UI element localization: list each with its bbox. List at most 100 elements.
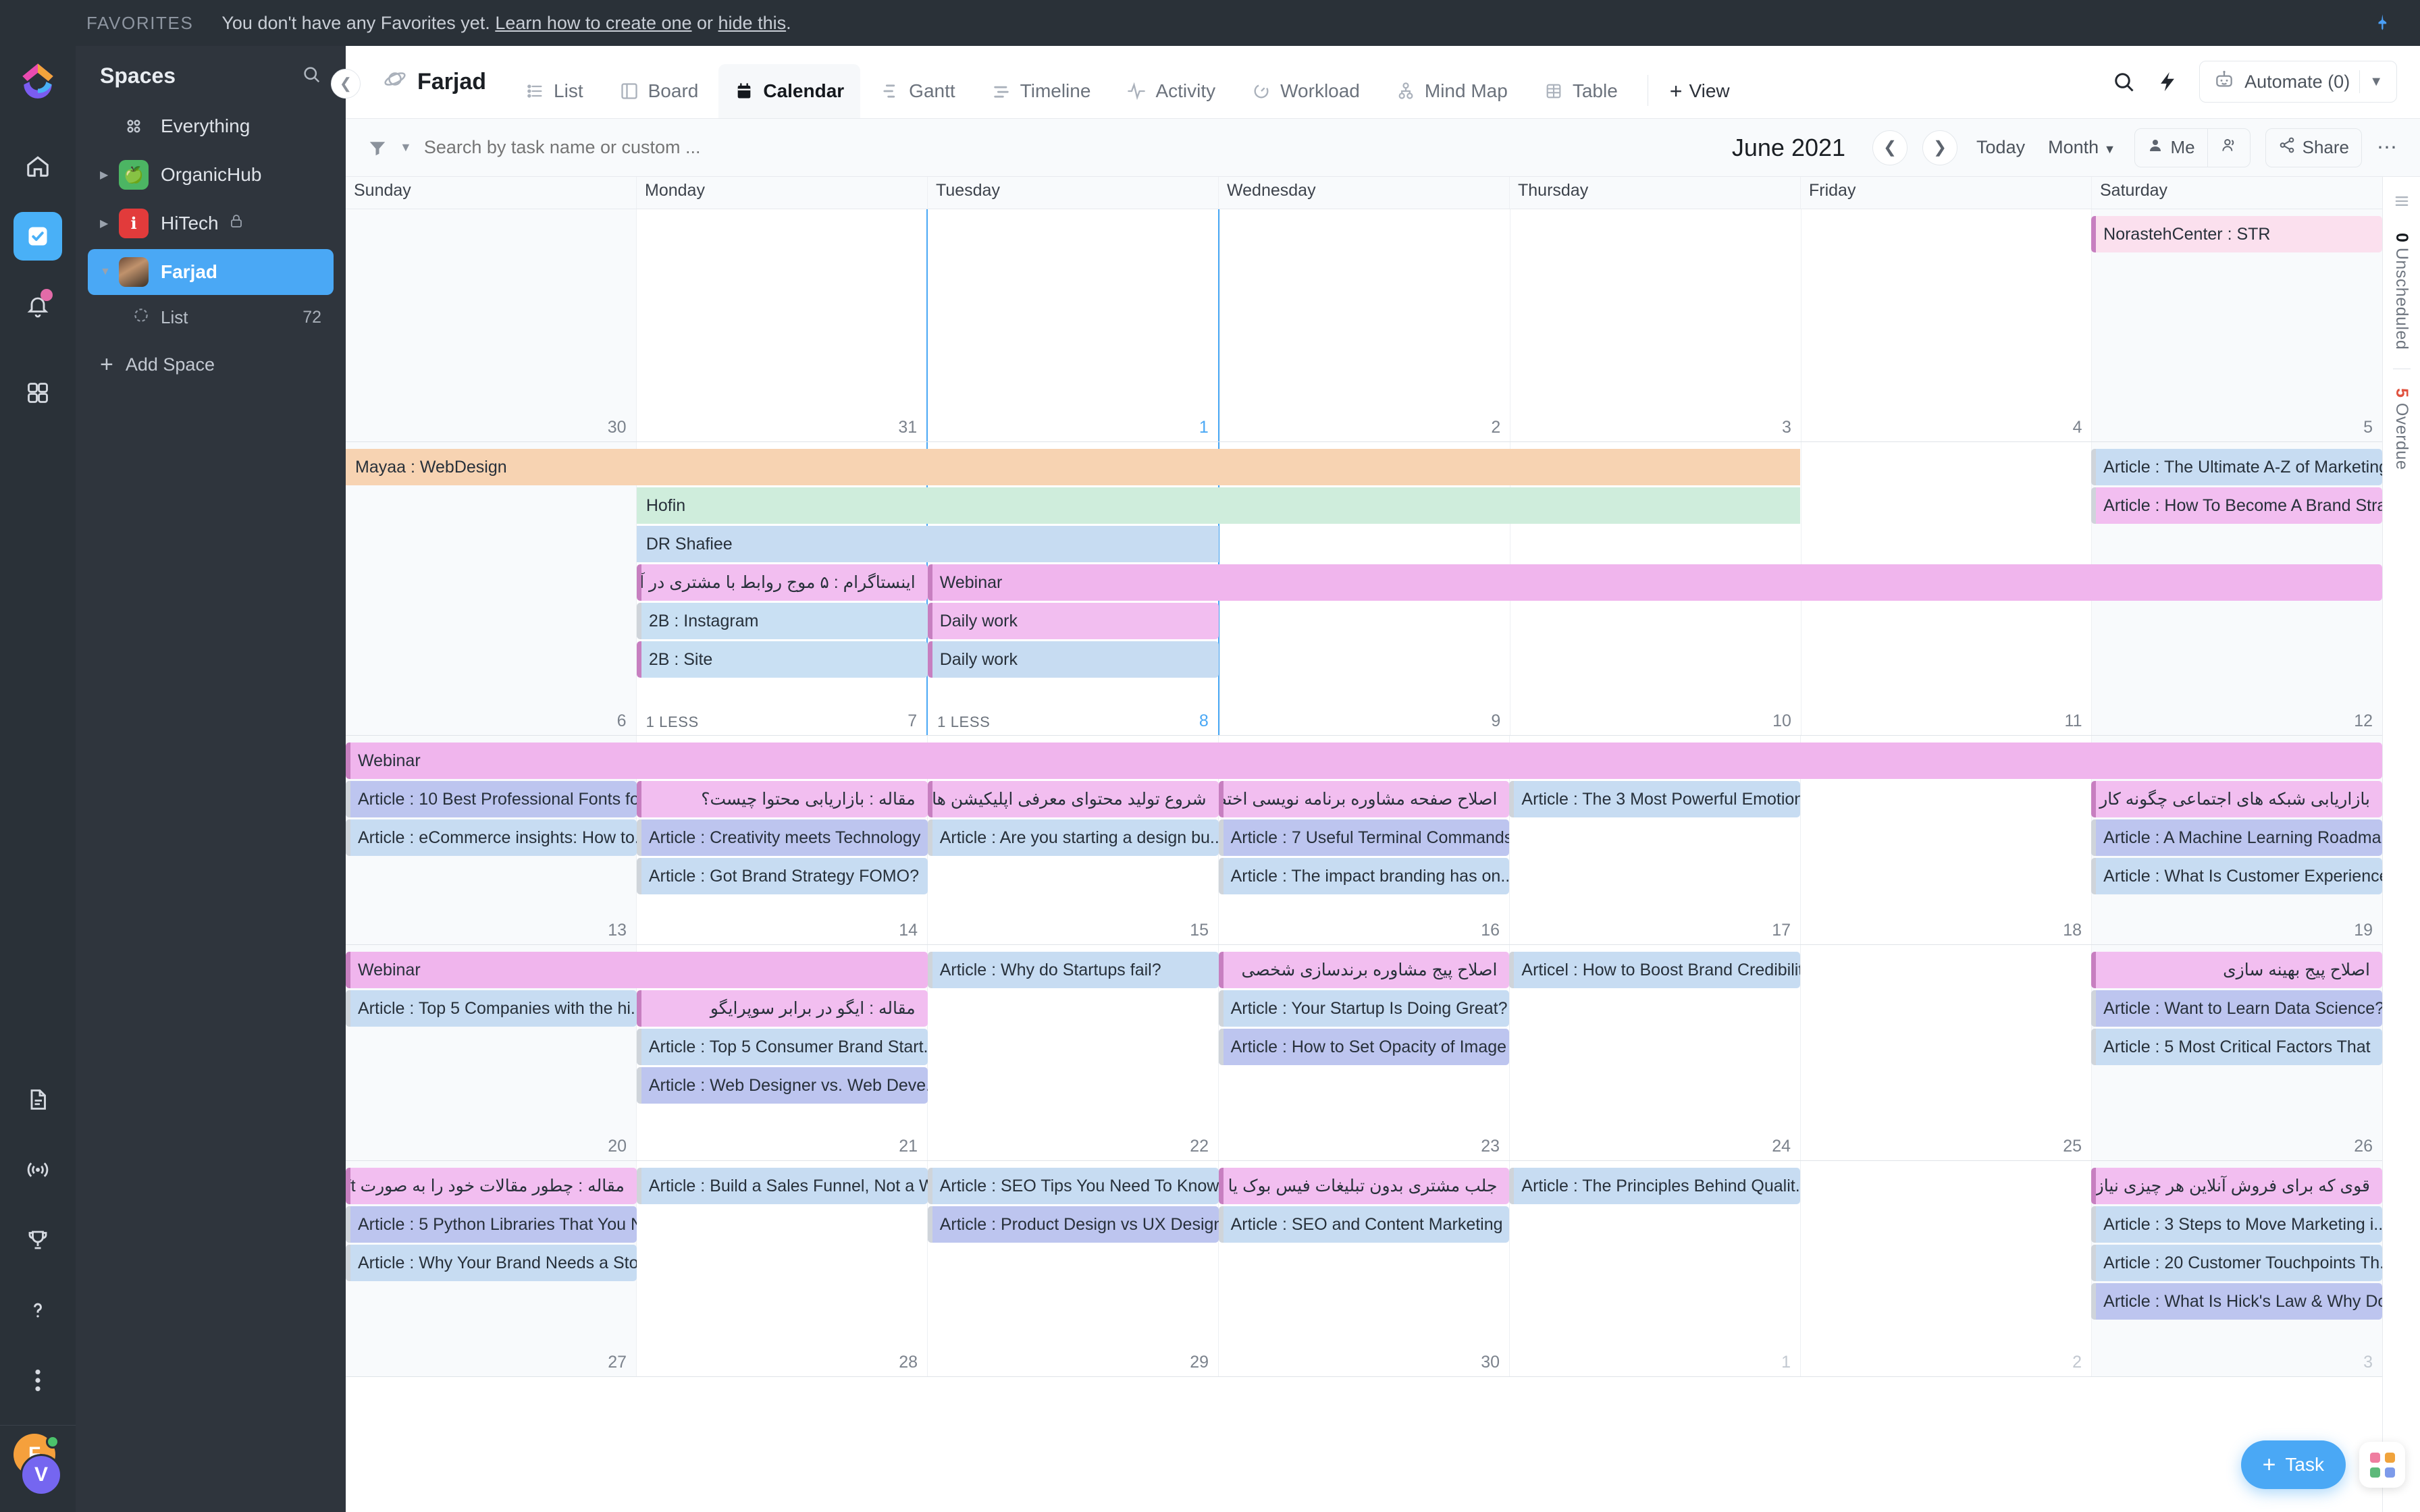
tab-timeline[interactable]: Timeline [976, 64, 1107, 118]
trophy-icon[interactable] [14, 1216, 62, 1264]
calendar-event[interactable]: مقاله : چطور مقالات خود را به صورت nftکن… [346, 1168, 637, 1204]
tab-calendar[interactable]: Calendar [718, 64, 861, 118]
calendar-event[interactable]: Daily work [927, 603, 1219, 639]
calendar-event[interactable]: Article : eCommerce insights: How to... [346, 819, 637, 856]
calendar-day-cell[interactable]: 30 [346, 209, 636, 441]
calendar-event[interactable]: اصلاح پیج بهینه سازی [2091, 952, 2382, 988]
calendar-event[interactable]: Article : 7 Useful Terminal Commands [1218, 819, 1510, 856]
calendar-event[interactable]: 2B : Site [636, 641, 928, 678]
prev-month-button[interactable]: ❮ [1872, 130, 1908, 165]
today-button[interactable]: Today [1972, 137, 2029, 158]
calendar-event[interactable]: Article : 3 Steps to Move Marketing i... [2091, 1206, 2382, 1243]
tab-activity[interactable]: Activity [1111, 64, 1232, 118]
calendar-event[interactable]: Daily work [927, 641, 1219, 678]
unscheduled-counter[interactable]: 0 Unscheduled [2392, 233, 2411, 350]
calendar-event[interactable]: اصلاح صفحه مشاوره برنامه نویسی اختصاصی [1218, 781, 1510, 817]
calendar-event[interactable]: Article : Web Designer vs. Web Deve... [636, 1067, 928, 1104]
overdue-counter[interactable]: 5 Overdue [2392, 388, 2411, 470]
calendar-event[interactable]: Article : 20 Customer Touchpoints Th... [2091, 1245, 2382, 1281]
calendar-event[interactable]: Article : Creativity meets Technology [636, 819, 928, 856]
chevron-down-icon[interactable]: ▼ [100, 266, 119, 278]
user-avatars[interactable]: F V [7, 1434, 69, 1496]
collapse-sidebar-button[interactable]: ❮ [331, 69, 361, 99]
new-task-button[interactable]: + Task [2240, 1440, 2346, 1489]
calendar-event[interactable]: Article : Why do Startups fail? [927, 952, 1219, 988]
sidebar-item-list[interactable]: List 72 [88, 298, 334, 337]
calendar-event[interactable]: Article : Got Brand Strategy FOMO? [636, 858, 928, 894]
calendar-event[interactable]: Article : The Ultimate A-Z of Marketing [2091, 449, 2382, 485]
next-month-button[interactable]: ❯ [1922, 130, 1958, 165]
filter-icon[interactable] [367, 138, 388, 158]
calendar-event[interactable]: اصلاح پیج مشاوره برندسازی شخصی [1218, 952, 1510, 988]
sidebar-item-everything[interactable]: Everything [88, 103, 334, 149]
calendar-event[interactable]: جلب مشتری بدون تبلیغات فیس بوک یا اینستا… [1218, 1168, 1510, 1204]
calendar-day-cell[interactable]: 4 [1800, 209, 2092, 441]
calendar-event[interactable]: Article : Are you starting a design bu..… [927, 819, 1219, 856]
help-icon[interactable] [14, 1286, 62, 1334]
calendar-event[interactable]: Mayaa : WebDesign [346, 449, 1801, 485]
calendar-day-cell[interactable]: 2 [1800, 1161, 2091, 1376]
add-view-button[interactable]: + View [1662, 64, 1738, 118]
apps-launcher-button[interactable] [2359, 1442, 2405, 1488]
sidebar-toggle-icon[interactable] [2392, 192, 2411, 214]
search-input[interactable] [423, 137, 775, 158]
calendar-event[interactable]: Article : The impact branding has on... [1218, 858, 1510, 894]
hide-this-link[interactable]: hide this [718, 13, 787, 33]
chevron-down-icon[interactable]: ▼ [2369, 74, 2383, 90]
calendar-event[interactable]: Article : Build a Sales Funnel, Not a W.… [636, 1168, 928, 1204]
calendar-day-cell[interactable]: 1 [926, 209, 1219, 441]
add-space-button[interactable]: + Add Space [76, 338, 346, 391]
calendar-event[interactable]: شروع تولید محتوای معرفی اپلیکیشن ها [927, 781, 1219, 817]
me-filter-button[interactable]: Me [2135, 129, 2207, 167]
calendar-event[interactable]: Article : SEO and Content Marketing [1218, 1206, 1510, 1243]
calendar-event[interactable]: Webinar [346, 952, 928, 988]
sidebar-item-hitech[interactable]: ▶ ℹ HiTech [88, 200, 334, 246]
learn-how-link[interactable]: Learn how to create one [495, 13, 691, 33]
calendar-event[interactable]: Article : How to Set Opacity of Image [1218, 1029, 1510, 1065]
tab-table[interactable]: Table [1528, 64, 1634, 118]
assignees-filter-button[interactable] [2207, 128, 2250, 167]
avatar-v[interactable]: V [20, 1454, 62, 1496]
calendar-event[interactable]: بازاریابی شبکه های اجتماعی چگونه کار می … [2091, 781, 2382, 817]
chevron-right-icon[interactable]: ▶ [100, 168, 119, 182]
calendar-event[interactable]: 2B : Instagram [636, 603, 928, 639]
show-less-button[interactable]: 1 LESS [646, 713, 699, 731]
calendar-event[interactable]: Article : 5 Python Libraries That You N.… [346, 1206, 637, 1243]
pin-icon[interactable] [2371, 12, 2390, 38]
calendar-event[interactable]: Hofin [636, 487, 1801, 524]
calendar-event[interactable]: Article : What Is Customer Experience [2091, 858, 2382, 894]
more-options-icon[interactable] [14, 1356, 62, 1405]
tab-board[interactable]: Board [604, 64, 715, 118]
calendar-day-cell[interactable]: 31 [635, 209, 927, 441]
clickup-logo-icon[interactable] [17, 58, 59, 100]
sidebar-item-farjad[interactable]: ▼ Farjad [88, 249, 334, 295]
global-search-icon[interactable] [2111, 70, 2136, 94]
calendar-event[interactable]: Article : 5 Most Critical Factors That [2091, 1029, 2382, 1065]
tab-mind-map[interactable]: Mind Map [1380, 64, 1524, 118]
tab-gantt[interactable]: Gantt [864, 64, 971, 118]
more-options-icon[interactable]: ⋯ [2377, 136, 2398, 159]
chevron-right-icon[interactable]: ▶ [100, 217, 119, 230]
calendar-event[interactable]: Article : What Is Hick's Law & Why Do... [2091, 1283, 2382, 1320]
automate-button[interactable]: Automate (0) ▼ [2199, 61, 2397, 103]
show-less-button[interactable]: 1 LESS [937, 713, 990, 731]
period-select[interactable]: Month ▼ [2044, 137, 2120, 158]
docs-icon[interactable] [14, 1075, 62, 1124]
notifications-icon[interactable] [14, 282, 62, 331]
calendar-event[interactable]: Article : The 3 Most Powerful Emotional.… [1509, 781, 1801, 817]
calendar-event[interactable]: Article : Your Startup Is Doing Great? [1218, 990, 1510, 1027]
calendar-event[interactable]: Webinar [927, 564, 2382, 601]
calendar-day-cell[interactable]: 3 [1510, 209, 1801, 441]
calendar-event[interactable]: Article : Top 5 Companies with the hi... [346, 990, 637, 1027]
calendar-day-cell[interactable]: 25 [1800, 945, 2091, 1160]
lightning-icon[interactable] [2156, 70, 2179, 93]
calendar-event[interactable]: Article : SEO Tips You Need To Know [927, 1168, 1219, 1204]
calendar-event[interactable]: NorastehCenter : STR [2091, 216, 2382, 252]
calendar-event[interactable]: مقاله : بازاریابی محتوا چیست؟ [636, 781, 928, 817]
calendar-event[interactable]: Article : 10 Best Professional Fonts for… [346, 781, 637, 817]
search-icon[interactable] [301, 64, 321, 88]
share-button[interactable]: Share [2265, 128, 2362, 167]
calendar-event[interactable]: Webinar [346, 742, 2382, 779]
calendar-day-cell[interactable]: 2 [1219, 209, 1510, 441]
calendar-event[interactable]: Article : A Machine Learning Roadmap [2091, 819, 2382, 856]
